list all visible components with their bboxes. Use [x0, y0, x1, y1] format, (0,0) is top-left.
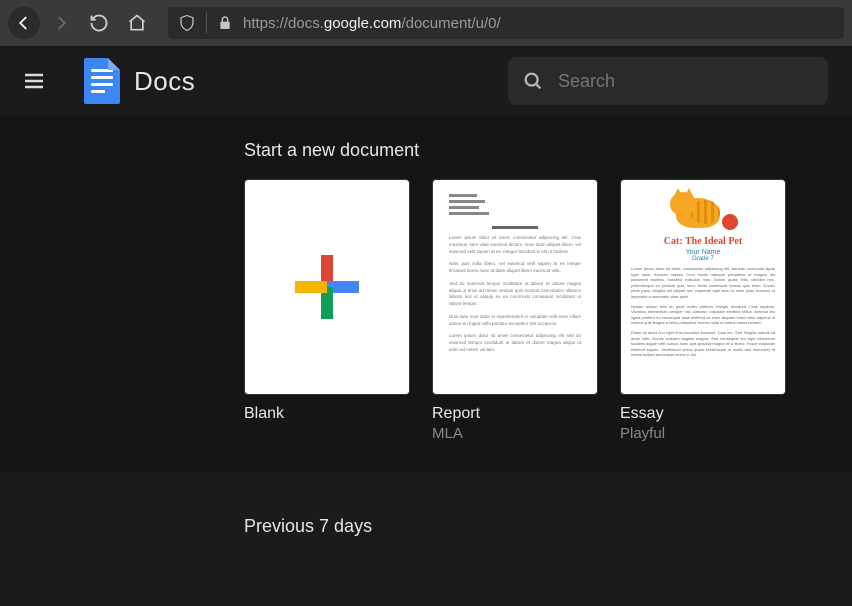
template-report: Lorem ipsum dolor sit amet, consectetur … — [432, 179, 598, 442]
template-card-essay[interactable]: Cat: The Ideal Pet Your Name Grade 7 Lor… — [620, 179, 786, 395]
recent-section: Previous 7 days — [0, 472, 852, 537]
arrow-left-icon — [15, 14, 33, 32]
template-card-report[interactable]: Lorem ipsum dolor sit amet, consectetur … — [432, 179, 598, 395]
docs-logo-icon — [84, 58, 120, 104]
templates-row: Blank Lorem ipsum dolor sit amet, consec… — [244, 179, 852, 442]
search-box[interactable] — [508, 57, 828, 105]
template-title: Blank — [244, 405, 410, 423]
essay-grade: Grade 7 — [631, 256, 775, 262]
separator — [206, 12, 207, 34]
plus-icon — [295, 255, 359, 319]
main-menu-button[interactable] — [14, 61, 54, 101]
shield-icon — [178, 14, 196, 32]
app-header: Docs — [0, 46, 852, 116]
back-button[interactable] — [8, 7, 40, 39]
template-subtitle: Playful — [620, 425, 786, 442]
template-title: Essay — [620, 405, 786, 423]
templates-section: Start a new document Blank Lor — [0, 116, 852, 472]
search-icon — [522, 70, 544, 92]
recent-heading: Previous 7 days — [244, 516, 852, 537]
home-icon — [127, 13, 147, 33]
essay-name: Your Name — [631, 249, 775, 256]
hamburger-icon — [22, 69, 46, 93]
template-subtitle: MLA — [432, 425, 598, 442]
template-blank: Blank — [244, 179, 410, 442]
cat-illustration-icon — [668, 188, 738, 232]
app-title: Docs — [134, 66, 195, 97]
templates-heading: Start a new document — [244, 140, 852, 161]
search-input[interactable] — [558, 71, 814, 92]
forward-button[interactable] — [44, 6, 78, 40]
lock-icon — [217, 15, 233, 31]
browser-toolbar: https://docs.google.com/document/u/0/ — [0, 0, 852, 46]
arrow-right-icon — [52, 14, 70, 32]
essay-title: Cat: The Ideal Pet — [631, 236, 775, 247]
page-body: Docs Start a new document Blank — [0, 46, 852, 606]
report-preview: Lorem ipsum dolor sit amet, consectetur … — [433, 180, 597, 374]
template-essay: Cat: The Ideal Pet Your Name Grade 7 Lor… — [620, 179, 786, 442]
essay-preview: Cat: The Ideal Pet Your Name Grade 7 Lor… — [621, 180, 785, 368]
reload-button[interactable] — [82, 6, 116, 40]
template-card-blank[interactable] — [244, 179, 410, 395]
template-title: Report — [432, 405, 598, 423]
url-text: https://docs.google.com/document/u/0/ — [243, 15, 501, 32]
address-bar[interactable]: https://docs.google.com/document/u/0/ — [168, 7, 844, 39]
home-button[interactable] — [120, 6, 154, 40]
reload-icon — [89, 13, 109, 33]
